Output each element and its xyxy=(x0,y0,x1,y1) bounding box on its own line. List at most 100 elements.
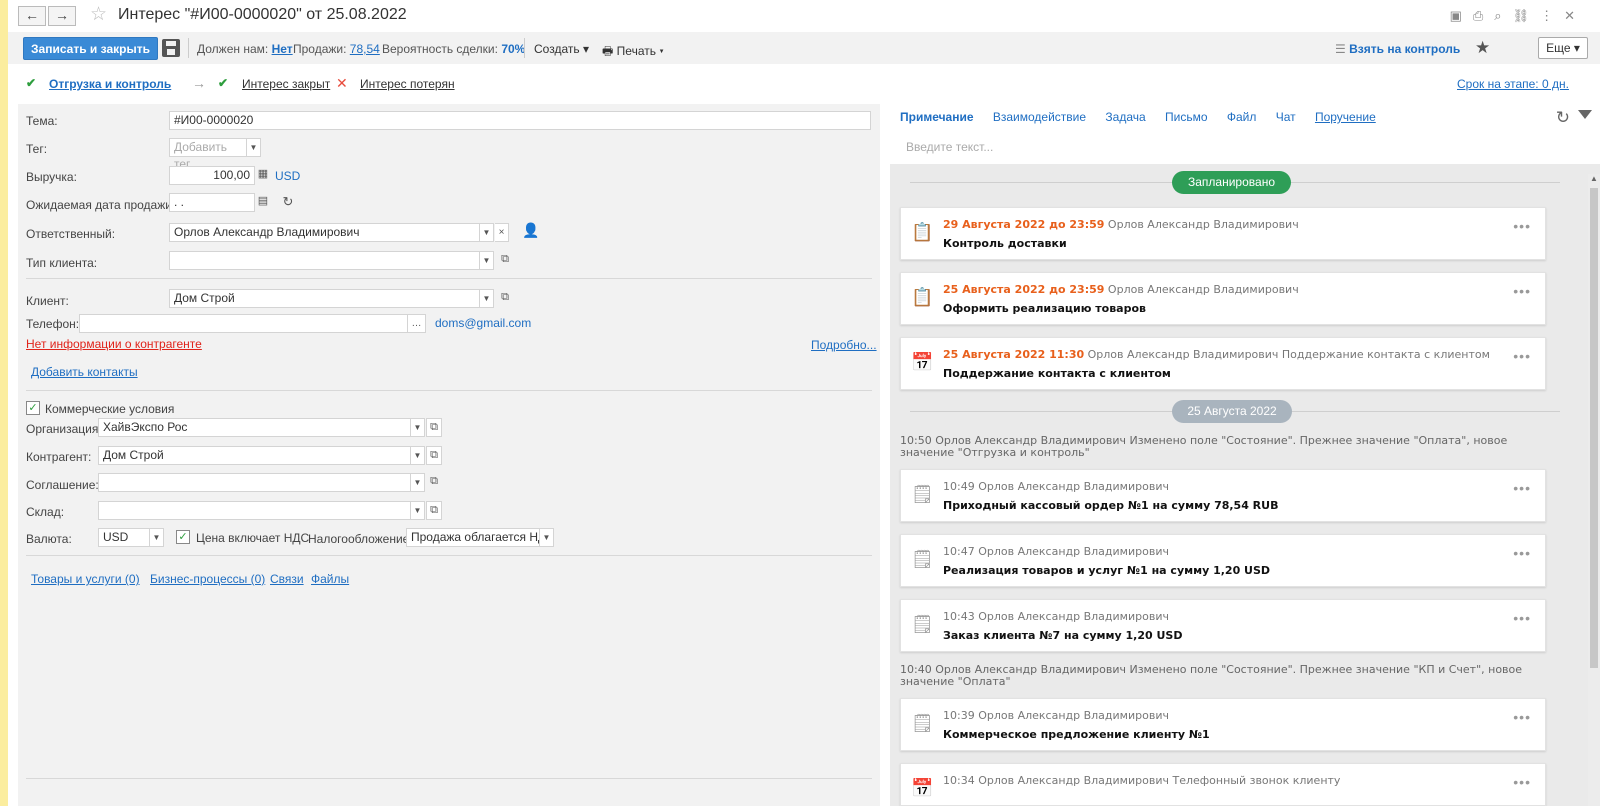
warehouse-field[interactable] xyxy=(98,501,411,520)
task-card[interactable]: 📋 25 Августа 2022 до 23:59 Орлов Алексан… xyxy=(900,272,1546,325)
clear-icon[interactable]: × xyxy=(495,223,509,242)
preview-icon[interactable]: ⌕ xyxy=(1494,8,1512,23)
open-icon[interactable]: ⧉ xyxy=(426,501,442,520)
tab-note[interactable]: Примечание xyxy=(900,110,974,124)
relations-link[interactable]: Связи xyxy=(270,572,304,586)
card-menu-icon[interactable]: ••• xyxy=(1513,545,1531,561)
back-button[interactable]: ← xyxy=(18,6,46,26)
create-menu[interactable]: Создать ▾ xyxy=(534,42,589,56)
card-menu-icon[interactable]: ••• xyxy=(1513,218,1531,234)
agreement-field[interactable] xyxy=(98,473,411,492)
refresh-icon[interactable]: ↻ xyxy=(280,193,296,212)
agreement-dropdown[interactable]: ▼ xyxy=(411,473,425,492)
card-menu-icon[interactable]: ••• xyxy=(1513,480,1531,496)
client-dropdown[interactable]: ▼ xyxy=(480,289,494,308)
menu-icon[interactable]: ⋮ xyxy=(1540,8,1564,23)
event-card[interactable]: 📅 25 Августа 2022 11:30 Орлов Александр … xyxy=(900,337,1546,390)
org-dropdown[interactable]: ▼ xyxy=(411,418,425,437)
open-icon[interactable]: ⧉ xyxy=(426,418,442,437)
client-type-dropdown[interactable]: ▼ xyxy=(480,251,494,270)
document-card[interactable]: 🗒 10:49 Орлов Александр Владимирович При… xyxy=(900,469,1546,522)
email-link[interactable]: doms@gmail.com xyxy=(435,316,531,330)
no-info-link[interactable]: Нет информации о контрагенте xyxy=(26,337,202,351)
document-card[interactable]: 🗒 10:39 Орлов Александр Владимирович Ком… xyxy=(900,698,1546,751)
stage-current[interactable]: Отгрузка и контроль xyxy=(49,77,171,91)
currency-dropdown[interactable]: ▼ xyxy=(150,528,164,547)
phone-field[interactable] xyxy=(79,314,408,333)
task-card[interactable]: 📋 29 Августа 2022 до 23:59 Орлов Алексан… xyxy=(900,207,1546,260)
warehouse-dropdown[interactable]: ▼ xyxy=(411,501,425,520)
close-icon[interactable]: ✕ xyxy=(1564,8,1586,23)
responsible-dropdown[interactable]: ▼ xyxy=(480,223,494,242)
phone-more-button[interactable]: … xyxy=(408,314,426,333)
open-icon[interactable]: ⧉ xyxy=(497,289,513,308)
open-icon[interactable]: ⧉ xyxy=(426,473,442,492)
stage-term[interactable]: Срок на этапе: 0 дн. xyxy=(1457,77,1569,91)
tab-task[interactable]: Задача xyxy=(1105,110,1145,124)
owed-link[interactable]: Нет xyxy=(272,42,293,56)
topic-field[interactable]: #И00-0000020 xyxy=(169,111,871,130)
commercial-checkbox[interactable]: ✓ xyxy=(26,401,40,415)
card-menu-icon[interactable]: ••• xyxy=(1513,610,1531,626)
link-icon[interactable]: ⛓ xyxy=(1513,8,1541,23)
card-menu-icon[interactable]: ••• xyxy=(1513,709,1531,725)
state-change-note: 10:50 Орлов Александр Владимирович Измен… xyxy=(900,434,1508,459)
save-close-button[interactable]: Записать и закрыть xyxy=(23,37,158,60)
client-field[interactable]: Дом Строй xyxy=(169,289,480,308)
tag-dropdown[interactable]: ▼ xyxy=(247,138,261,157)
add-contacts-link[interactable]: Добавить контакты xyxy=(31,365,138,379)
save-icon[interactable]: ▣ xyxy=(1450,8,1473,23)
user-assign-icon[interactable]: 👤 xyxy=(522,222,539,241)
stage-closed[interactable]: Интерес закрыт xyxy=(242,77,330,91)
date-field[interactable]: . . xyxy=(169,193,255,212)
stage-lost[interactable]: Интерес потерян xyxy=(360,77,455,91)
calculator-icon[interactable]: ▦ xyxy=(255,166,271,185)
goods-services-link[interactable]: Товары и услуги (0) xyxy=(31,572,140,586)
vat-checkbox[interactable]: ✓ xyxy=(176,530,190,544)
client-type-field[interactable] xyxy=(169,251,480,270)
tag-field[interactable]: Добавить тег xyxy=(169,138,247,171)
files-link[interactable]: Файлы xyxy=(311,572,349,586)
favorite-star-icon[interactable]: ☆ xyxy=(90,3,107,26)
counterparty-field[interactable]: Дом Строй xyxy=(98,446,411,465)
document-card[interactable]: 🗒 10:47 Орлов Александр Владимирович Реа… xyxy=(900,534,1546,587)
tab-assignment[interactable]: Поручение xyxy=(1315,110,1376,124)
currency-link[interactable]: USD xyxy=(275,169,300,183)
feed-scrollbar[interactable]: ▲ xyxy=(1588,174,1600,806)
print-icon[interactable]: ⎙ xyxy=(1473,8,1494,23)
card-menu-icon[interactable]: ••• xyxy=(1513,774,1531,790)
counterparty-dropdown[interactable]: ▼ xyxy=(411,446,425,465)
take-control-button[interactable]: ☰ Взять на контроль xyxy=(1335,42,1460,56)
scroll-up-icon[interactable]: ▲ xyxy=(1590,174,1598,183)
business-processes-link[interactable]: Бизнес-процессы (0) xyxy=(150,572,265,586)
tax-dropdown[interactable]: ▼ xyxy=(540,528,554,547)
org-field[interactable]: ХайвЭкспо Рос xyxy=(98,418,411,437)
responsible-field[interactable]: Орлов Александр Владимирович xyxy=(169,223,480,242)
scroll-thumb[interactable] xyxy=(1590,188,1598,668)
forward-button[interactable]: → xyxy=(48,6,76,26)
print-menu[interactable]: 🖶 Печать ▾ xyxy=(602,42,664,63)
tab-chat[interactable]: Чат xyxy=(1276,110,1296,124)
favorite-icon[interactable]: ★ xyxy=(1475,38,1490,58)
tab-file[interactable]: Файл xyxy=(1227,110,1257,124)
open-icon[interactable]: ⧉ xyxy=(497,251,513,270)
more-button[interactable]: Еще ▾ xyxy=(1538,37,1588,59)
document-card[interactable]: 🗒 10:43 Орлов Александр Владимирович Зак… xyxy=(900,599,1546,652)
card-menu-icon[interactable]: ••• xyxy=(1513,283,1531,299)
call-card[interactable]: 📅 10:34 Орлов Александр Владимирович Тел… xyxy=(900,763,1546,806)
sales-link[interactable]: 78,54 xyxy=(350,42,380,56)
tax-field[interactable]: Продажа облагается НДС xyxy=(406,528,540,547)
filter-icon[interactable] xyxy=(1578,110,1592,119)
note-input[interactable]: Введите текст... xyxy=(898,134,1578,160)
tab-interaction[interactable]: Взаимодействие xyxy=(993,110,1086,124)
currency-field[interactable]: USD xyxy=(98,528,150,547)
refresh-icon[interactable]: ↻ xyxy=(1556,108,1570,128)
open-icon[interactable]: ⧉ xyxy=(426,446,442,465)
tab-letter[interactable]: Письмо xyxy=(1165,110,1208,124)
probability-value[interactable]: 70% xyxy=(501,42,525,56)
save-disk-icon[interactable] xyxy=(162,39,180,57)
calendar-icon[interactable]: ▤ xyxy=(255,193,271,212)
card-menu-icon[interactable]: ••• xyxy=(1513,348,1531,364)
details-link[interactable]: Подробно... xyxy=(811,338,877,352)
revenue-field[interactable]: 100,00 xyxy=(169,166,255,185)
